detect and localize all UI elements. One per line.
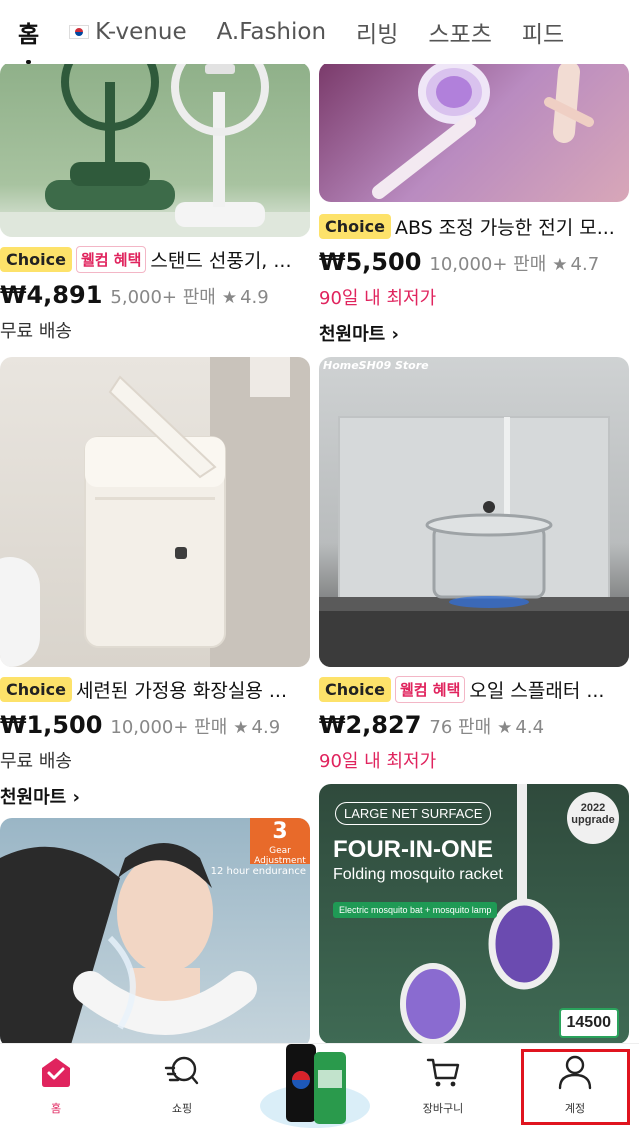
tab-label: 리빙 [356, 22, 399, 48]
star-icon: ★ [497, 718, 513, 738]
product-price-row: ₩5,500 10,000+ 판매 ★ 4.7 [319, 248, 629, 276]
tab-sports[interactable]: 스포츠 [428, 0, 491, 64]
trash-bin-illustration [0, 357, 310, 667]
product-title: 오일 스플래터 ... [469, 679, 605, 702]
tab-label: K-venue [95, 19, 187, 45]
product-price-row: ₩1,500 10,000+ 판매 ★ 4.9 [0, 711, 310, 739]
kitchen-illustration [319, 416, 629, 667]
nav-shopping[interactable]: 쇼핑 [132, 1054, 232, 1116]
product-image-oil-splatter-guard[interactable]: HomeSH09 Store [319, 357, 629, 667]
stand-fan-illustration [0, 62, 310, 237]
nav-label: 홈 [50, 1102, 62, 1115]
seal-year: 2022 [580, 802, 606, 814]
tab-a-fashion[interactable]: A.Fashion [217, 0, 326, 64]
folding-racket-subtitle: Folding mosquito racket [333, 866, 503, 883]
product-badges-row: Choice 웰컴 혜택 스탠드 선풍기, ... [0, 243, 310, 275]
nav-cart[interactable]: 장바구니 [393, 1054, 493, 1116]
choice-badge: Choice [319, 676, 391, 702]
product-badges-row: Choice 세련된 가정용 화장실용 ... [0, 673, 310, 705]
tab-home[interactable]: 홈 [18, 0, 39, 64]
store-watermark: HomeSH09 Store [323, 359, 429, 372]
home-icon [42, 1058, 70, 1087]
product-image-electric-swatter[interactable] [319, 62, 629, 202]
electric-swatter-illustration [372, 62, 594, 199]
star-icon: ★ [552, 255, 568, 275]
tab-living[interactable]: 리빙 [356, 0, 398, 64]
top-category-tabs: 홈 K-venue A.Fashion 리빙 스포츠 피드 [0, 0, 639, 64]
product-badges-row: Choice 웰컴 혜택 오일 스플래터 ... [319, 673, 629, 705]
product-image-mosquito-racket[interactable]: LARGE NET SURFACE FOUR-IN-ONE Folding mo… [319, 784, 629, 1044]
shopping-search-icon [164, 1056, 199, 1085]
promo-drink-cans-image[interactable] [258, 1040, 372, 1132]
promo-number: 3 [272, 819, 288, 844]
tab-feed[interactable]: 피드 [522, 0, 564, 64]
welcome-badge: 웰컴 혜택 [75, 245, 147, 273]
nav-home[interactable]: 홈 [6, 1054, 106, 1116]
promo-gear-badge: 3 Gear Adjustment [250, 818, 310, 866]
product-card-neck-fan[interactable]: 3 Gear Adjustment 12 hour endurance [0, 818, 310, 1048]
feature-strip: Electric mosquito bat + mosquito lamp [333, 902, 498, 918]
product-rating: 4.4 [515, 717, 545, 738]
store-link[interactable]: 천원마트 › [319, 320, 629, 346]
count-badge: 14500 [558, 1008, 619, 1038]
choice-badge: Choice [0, 676, 72, 702]
product-rating: 4.9 [240, 287, 269, 308]
product-price-row: ₩2,827 76 판매 ★ 4.4 [319, 711, 629, 739]
store-link[interactable]: 천원마트 › [0, 783, 310, 809]
product-price: ₩1,500 [0, 711, 103, 739]
tab-label: 스포츠 [428, 22, 492, 48]
free-shipping-label: 무료 배송 [0, 751, 72, 772]
welcome-badge: 웰컴 혜택 [394, 675, 466, 703]
tab-k-venue[interactable]: K-venue [69, 0, 187, 64]
product-sold-count: 5,000+ 판매 [110, 287, 216, 308]
product-card-electric-swatter[interactable]: Choice ABS 조정 가능한 전기 모... ₩5,500 10,000+… [319, 62, 629, 346]
seal-text: upgrade [571, 814, 615, 826]
product-badges-row: Choice ABS 조정 가능한 전기 모... [319, 210, 629, 242]
promo-endurance-text: 12 hour endurance [210, 866, 306, 877]
product-price-row: ₩4,891 5,000+ 판매 ★ 4.9 [0, 281, 310, 309]
nav-label: 쇼핑 [171, 1102, 193, 1115]
upgrade-seal: 2022 upgrade [567, 792, 619, 844]
tab-label: 홈 [18, 22, 40, 48]
promo-gear-text: Gear Adjustment [254, 846, 306, 866]
product-card-trash-bin[interactable]: Choice 세련된 가정용 화장실용 ... ₩1,500 10,000+ 판… [0, 357, 310, 809]
four-in-one-title: FOUR-IN-ONE [333, 836, 493, 863]
large-net-pill: LARGE NET SURFACE [335, 802, 492, 825]
lowest-price-label: 90일 내 최저가 [319, 751, 437, 772]
product-image-stand-fan[interactable] [0, 62, 310, 237]
tab-label: 피드 [521, 22, 565, 48]
product-sold-count: 10,000+ 판매 [110, 717, 228, 738]
product-card-mosquito-racket[interactable]: LARGE NET SURFACE FOUR-IN-ONE Folding mo… [319, 784, 629, 1044]
product-image-neck-fan[interactable]: 3 Gear Adjustment 12 hour endurance [0, 818, 310, 1048]
cart-icon [426, 1058, 460, 1087]
product-title: 스탠드 선풍기, ... [150, 249, 292, 272]
free-shipping-label: 무료 배송 [0, 321, 72, 342]
tab-label: A.Fashion [216, 19, 327, 45]
product-card-stand-fan[interactable]: Choice 웰컴 혜택 스탠드 선풍기, ... ₩4,891 5,000+ … [0, 62, 310, 343]
star-icon: ★ [233, 718, 249, 738]
product-rating: 4.7 [570, 254, 600, 275]
choice-badge: Choice [319, 213, 391, 239]
nav-label: 계정 [564, 1102, 586, 1115]
product-image-trash-bin[interactable] [0, 357, 310, 667]
product-price: ₩4,891 [0, 281, 103, 309]
account-icon [558, 1055, 592, 1090]
choice-badge: Choice [0, 246, 72, 272]
nav-label: 장바구니 [422, 1102, 464, 1115]
nav-account[interactable]: 계정 [525, 1054, 625, 1116]
product-price: ₩5,500 [319, 248, 422, 276]
product-price: ₩2,827 [319, 711, 422, 739]
lowest-price-label: 90일 내 최저가 [319, 288, 437, 309]
app-root: 홈 K-venue A.Fashion 리빙 스포츠 피드 Choice 웰컴 … [0, 0, 639, 1137]
product-card-oil-splatter-guard[interactable]: HomeSH09 Store Choice 웰컴 혜택 오일 스플래터 ... … [319, 357, 629, 773]
product-sold-count: 10,000+ 판매 [429, 254, 547, 275]
star-icon: ★ [221, 288, 238, 308]
product-title: 세련된 가정용 화장실용 ... [75, 679, 287, 702]
korea-flag-icon [69, 25, 90, 39]
product-sold-count: 76 판매 [429, 717, 492, 738]
product-rating: 4.9 [251, 717, 281, 738]
product-title: ABS 조정 가능한 전기 모... [394, 216, 615, 239]
